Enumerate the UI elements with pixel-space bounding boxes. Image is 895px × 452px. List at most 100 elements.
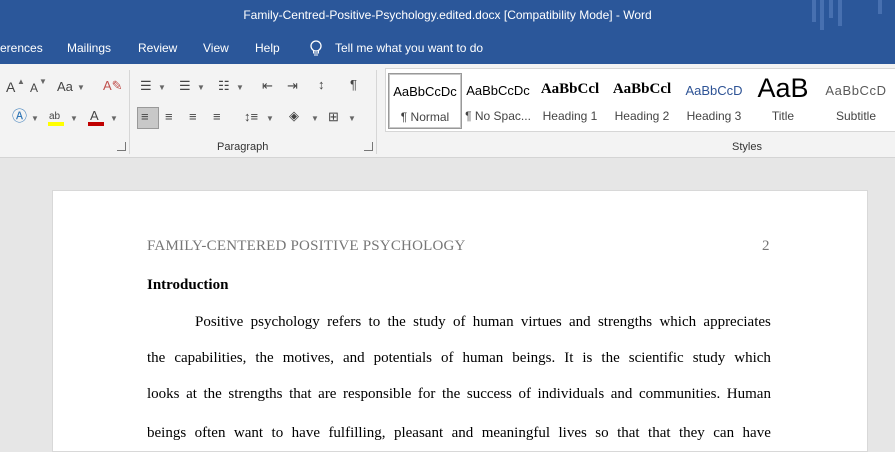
style-name: Title [771, 109, 795, 123]
tab-references[interactable]: erences [0, 41, 43, 55]
word: is [582, 350, 593, 366]
svg-text:A: A [90, 108, 99, 123]
word: fulfilling, [328, 425, 386, 441]
style-heading-2[interactable]: AaBbCcl Heading 2 [606, 73, 678, 127]
word: virtues [520, 314, 562, 330]
word: and [610, 386, 633, 402]
decrease-indent-icon[interactable]: ⇤ [262, 78, 273, 94]
sort-icon[interactable]: ↕ [318, 77, 325, 93]
style-name: ¶ Normal [400, 110, 450, 124]
bullets-icon[interactable]: ☰ [140, 78, 152, 94]
grow-font-icon[interactable]: A [6, 79, 15, 95]
style-name: Heading 1 [542, 109, 598, 123]
paragraph-dialog-launcher[interactable] [364, 142, 373, 151]
word: potentials [373, 350, 432, 366]
word: appreciates [703, 314, 771, 330]
word: the [601, 350, 620, 366]
clear-formatting-icon[interactable]: A✎ [103, 78, 123, 94]
word: and [569, 314, 591, 330]
style-heading-3[interactable]: AaBbCcD Heading 3 [678, 73, 750, 127]
paragraph-group-label: Paragraph [217, 141, 269, 153]
align-center-icon[interactable]: ≡ [165, 109, 173, 125]
word: individuals [537, 386, 605, 402]
word: of [518, 386, 531, 402]
word: lives [558, 425, 587, 441]
shading-icon[interactable]: ◈ [289, 108, 299, 124]
word: Human [726, 386, 771, 402]
style-title[interactable]: AaB Title [747, 73, 819, 127]
styles-gallery: AaBbCcDc ¶ Normal AaBbCcDc ¶ No Spac... … [385, 68, 895, 132]
chevron-down-icon: ▼ [110, 114, 118, 123]
word: the [147, 350, 166, 366]
paragraph-line: the capabilities, the motives, and potentials… [147, 350, 771, 367]
ribbon-tabs: erences Mailings Review View Help Tell m… [0, 33, 895, 64]
word: want [233, 425, 264, 441]
style-no-spacing[interactable]: AaBbCcDc ¶ No Spac... [462, 73, 534, 127]
style-name: Heading 3 [686, 109, 742, 123]
chevron-down-icon: ▼ [197, 83, 205, 92]
word: are [318, 386, 337, 402]
chevron-down-icon: ▼ [158, 83, 166, 92]
chevron-down-icon: ▼ [70, 114, 78, 123]
word: have [742, 425, 771, 441]
tab-mailings[interactable]: Mailings [67, 41, 111, 55]
word: often [194, 425, 226, 441]
align-right-icon[interactable]: ≡ [189, 109, 197, 125]
word: pleasant [393, 425, 444, 441]
highlighter-icon[interactable]: ab [46, 108, 66, 128]
font-dialog-launcher[interactable] [117, 142, 126, 151]
word: psychology [250, 314, 320, 330]
word: the [203, 386, 222, 402]
text-effects-icon[interactable]: Ⓐ [12, 109, 27, 125]
style-preview: AaB [757, 73, 809, 103]
word: refers [327, 314, 362, 330]
word: that [617, 425, 640, 441]
tell-me-search[interactable]: Tell me what you want to do [335, 41, 483, 55]
word: so [595, 425, 609, 441]
style-normal[interactable]: AaBbCcDc ¶ Normal [388, 73, 462, 129]
word: to [368, 314, 381, 330]
style-preview: AaBbCcD [825, 83, 887, 98]
increase-indent-icon[interactable]: ⇥ [287, 78, 298, 94]
lightbulb-icon [310, 40, 322, 56]
justify-icon[interactable]: ≡ [213, 109, 221, 125]
borders-icon[interactable]: ⊞ [328, 109, 339, 125]
multilevel-list-icon[interactable]: ☷ [218, 78, 230, 94]
word: beings [147, 425, 187, 441]
word: human [472, 314, 514, 330]
chevron-down-icon: ▼ [236, 83, 244, 92]
group-separator [376, 70, 377, 154]
numbering-icon[interactable]: ☰ [179, 78, 191, 94]
font-color-icon[interactable]: A [86, 108, 106, 128]
title-decoration [838, 0, 842, 26]
style-preview: AaBbCcDc [393, 84, 457, 99]
style-heading-1[interactable]: AaBbCcl Heading 1 [534, 73, 606, 127]
style-preview: AaBbCcl [612, 81, 672, 97]
paragraph-line: Positive psychology refers to the study of huma… [195, 314, 771, 331]
caret-up-icon: ▲ [17, 77, 25, 86]
word: meaningful [481, 425, 551, 441]
word: communities. [638, 386, 721, 402]
tab-review[interactable]: Review [138, 41, 177, 55]
style-name: Heading 2 [614, 109, 670, 123]
show-formatting-icon[interactable]: ¶ [350, 77, 357, 93]
line-spacing-icon[interactable]: ↕≡ [244, 109, 258, 125]
style-subtitle[interactable]: AaBbCcD Subtitle [820, 73, 892, 127]
style-name: Subtitle [835, 109, 877, 123]
style-preview: AaBbCcDc [466, 83, 530, 98]
word: study [413, 314, 446, 330]
page-number: 2 [762, 238, 770, 254]
tab-view[interactable]: View [203, 41, 229, 55]
word: that [289, 386, 312, 402]
change-case-icon[interactable]: Aa [57, 79, 73, 95]
align-left-icon: ≡ [141, 109, 149, 124]
word: have [291, 425, 320, 441]
word: motives, [282, 350, 334, 366]
word: Positive [195, 314, 244, 330]
shrink-font-icon[interactable]: A [30, 80, 38, 96]
word: the [387, 314, 406, 330]
word: strengths [228, 386, 283, 402]
tab-help[interactable]: Help [255, 41, 280, 55]
word: and [342, 350, 365, 366]
word: of [440, 350, 454, 366]
